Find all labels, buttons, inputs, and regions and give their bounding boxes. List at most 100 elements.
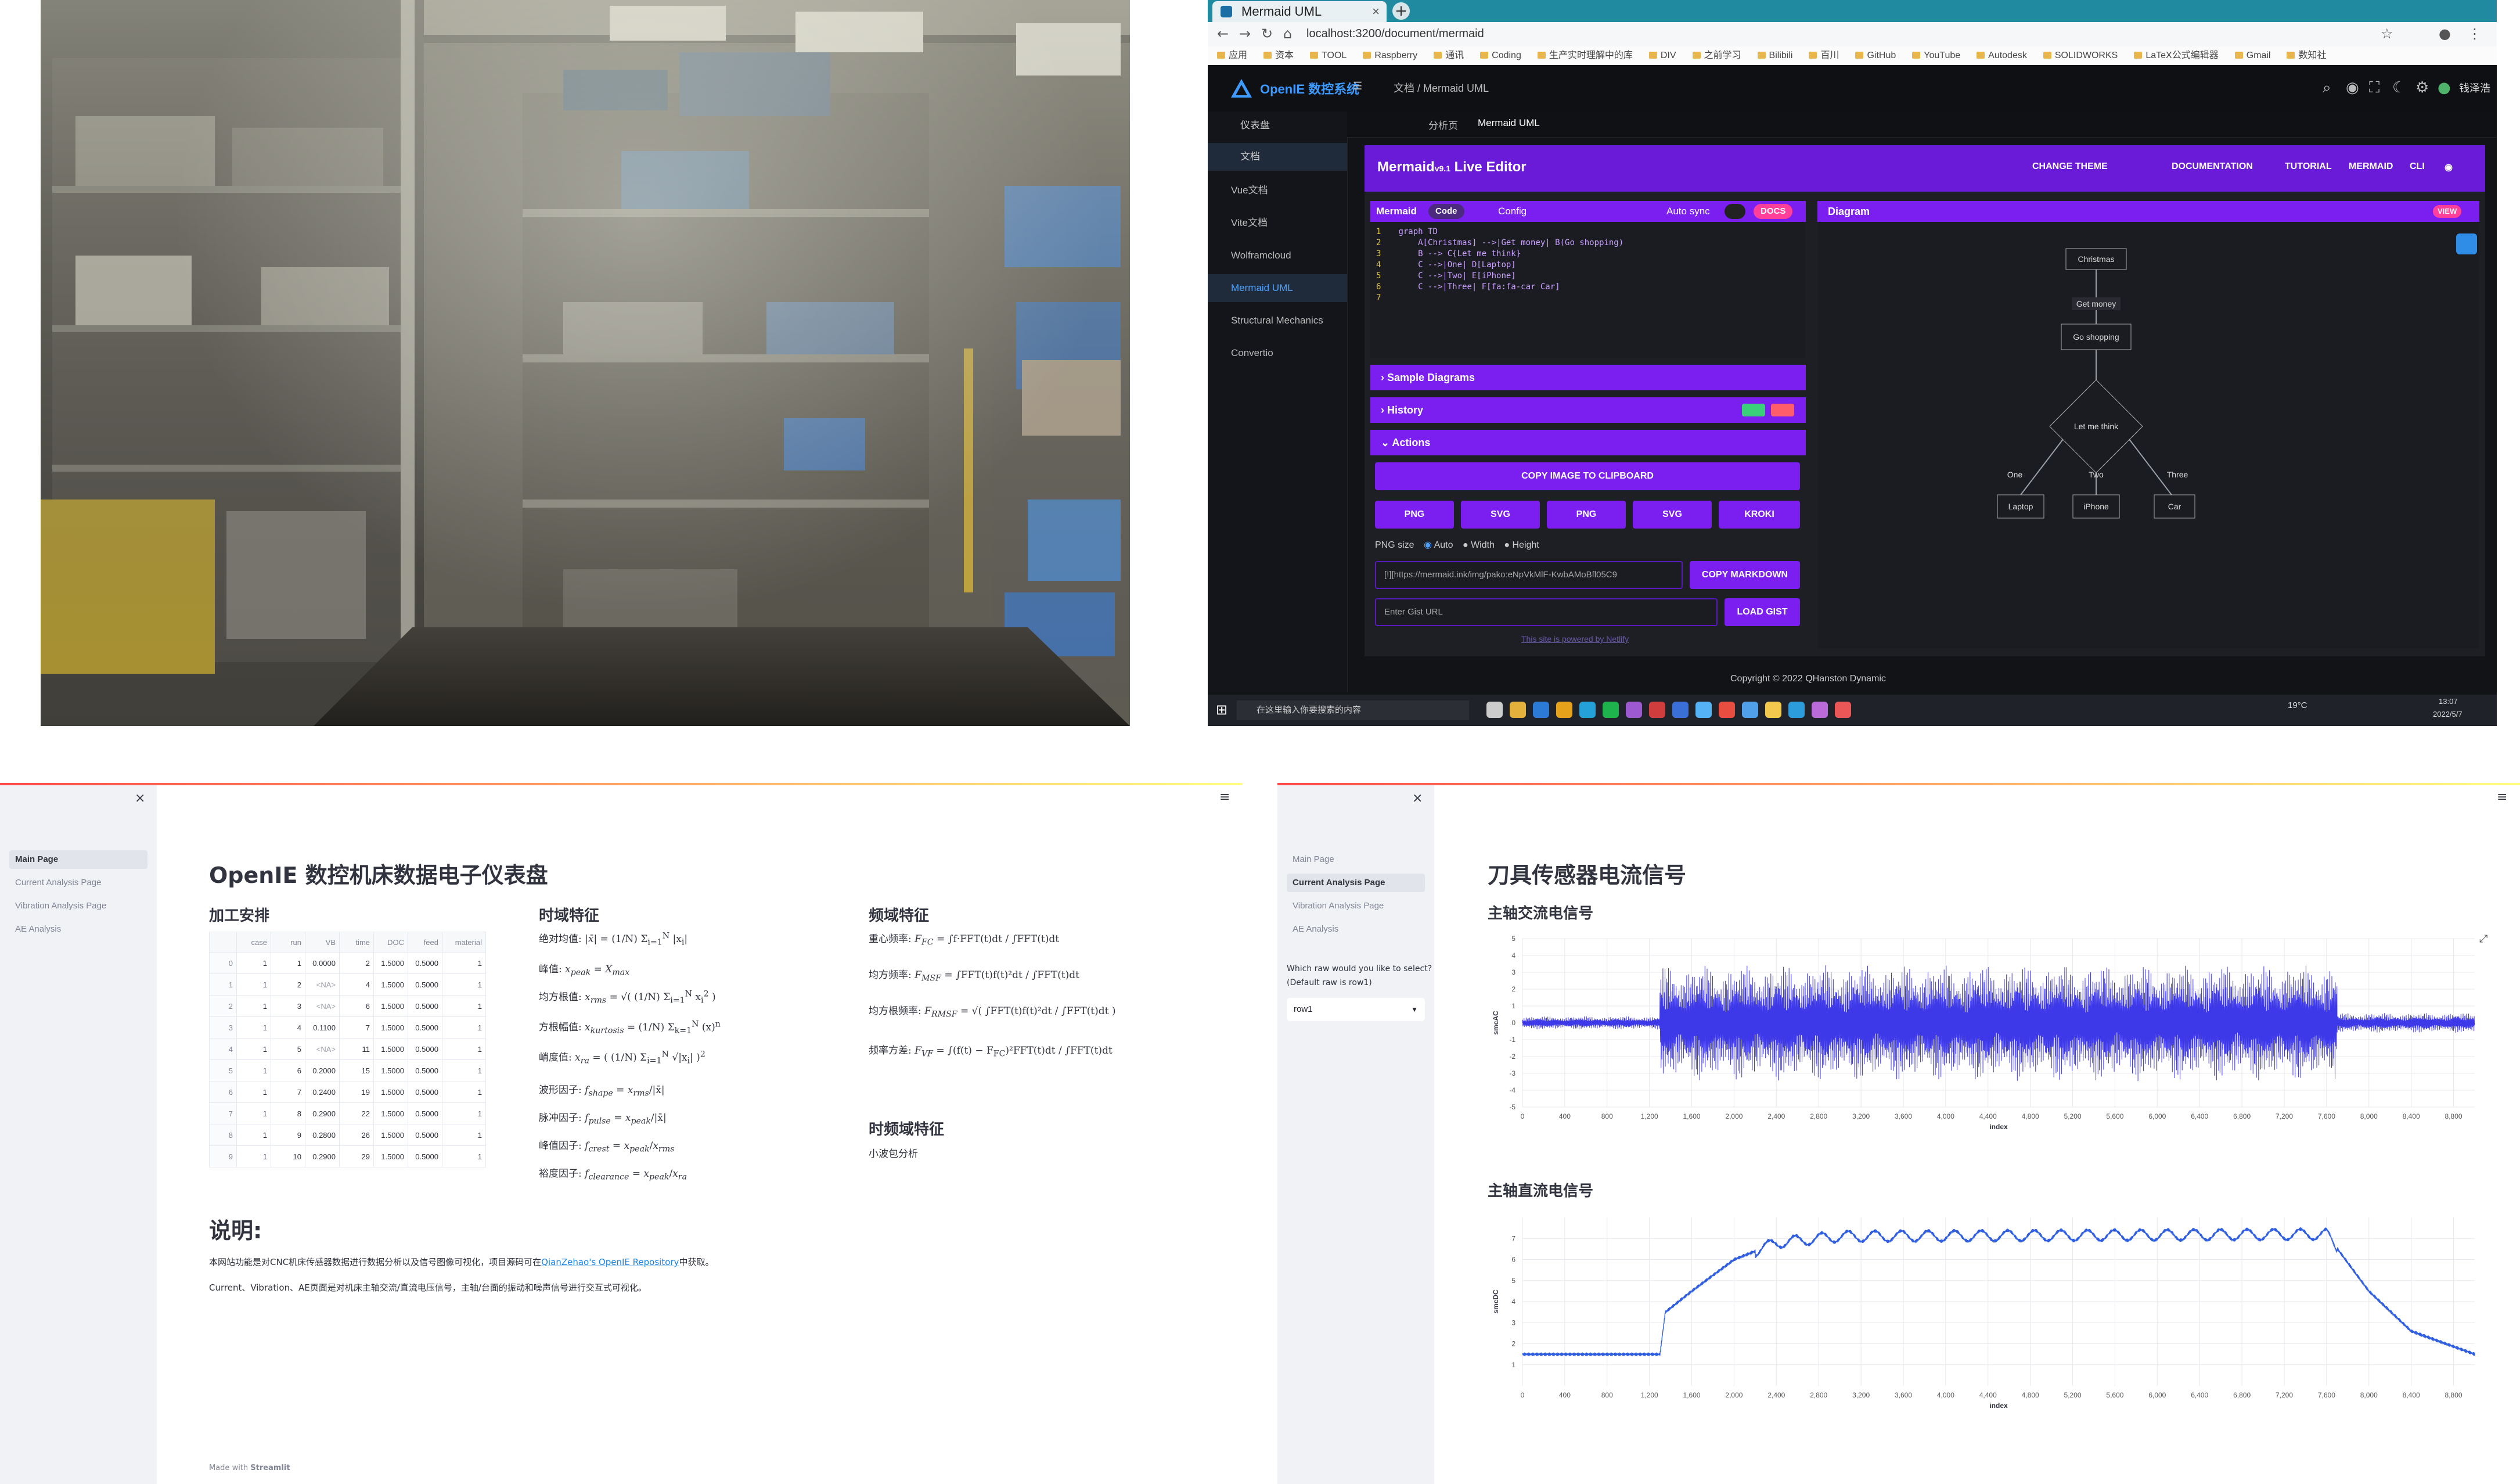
repository-link[interactable]: QianZehao's OpenIE Repository bbox=[541, 1257, 679, 1267]
app-icon[interactable] bbox=[1788, 702, 1805, 718]
table-row[interactable]: 0 1 1 0.0000 2 1.5000 0.5000 1 bbox=[209, 952, 486, 974]
sidebar-item-vite[interactable]: Vite文档 bbox=[1208, 209, 1347, 237]
streamlit-link[interactable]: Streamlit bbox=[250, 1464, 290, 1472]
sidebar-item-convertio[interactable]: Convertio bbox=[1208, 339, 1347, 367]
load-gist-button[interactable]: LOAD GIST bbox=[1725, 598, 1800, 626]
table-header-cell[interactable] bbox=[209, 932, 237, 953]
code-editor[interactable]: 1 graph TD 2 A[Christmas] -->|Get money| B… bbox=[1376, 227, 1623, 304]
netlify-link[interactable]: This site is powered by Netlify bbox=[1521, 634, 1629, 644]
chrome-icon[interactable] bbox=[1510, 702, 1526, 718]
nav-main-page[interactable]: Main Page bbox=[9, 850, 147, 869]
tutorial-link[interactable]: TUTORIAL bbox=[2285, 161, 2332, 172]
copy-markdown-button[interactable]: COPY MARKDOWN bbox=[1690, 561, 1800, 589]
sidebar-item-mermaid[interactable]: Mermaid UML bbox=[1208, 274, 1347, 302]
github-icon[interactable]: ◉ bbox=[2445, 161, 2453, 173]
dark-mode-icon[interactable]: ☾ bbox=[2392, 79, 2406, 96]
wechat-icon[interactable] bbox=[1603, 702, 1619, 718]
code-tab[interactable]: Code bbox=[1428, 204, 1464, 219]
tab-mermaid[interactable]: Mermaid UML bbox=[1478, 117, 1540, 129]
forward-icon[interactable]: → bbox=[1239, 26, 1251, 42]
collapse-menu-icon[interactable]: ☰ bbox=[1353, 80, 1362, 92]
github-icon[interactable]: ◉ bbox=[2346, 79, 2359, 96]
taskbar-search[interactable]: 在这里输入你要搜索的内容 bbox=[1237, 700, 1469, 720]
windows-start-icon[interactable]: ⊞ bbox=[1216, 702, 1227, 718]
bookmark-item[interactable]: Bilibili bbox=[1758, 51, 1793, 60]
sidebar-item-dashboard[interactable]: 仪表盘 bbox=[1208, 112, 1347, 139]
table-row[interactable]: 8 1 9 0.2800 26 1.5000 0.5000 1 bbox=[209, 1124, 486, 1146]
radio-width-icon[interactable]: ● bbox=[1463, 540, 1468, 550]
settings-icon[interactable]: ⚙ bbox=[2415, 79, 2429, 96]
nav-vibration-analysis[interactable]: Vibration Analysis Page bbox=[1287, 897, 1425, 915]
nav-current-analysis[interactable]: Current Analysis Page bbox=[9, 874, 147, 892]
bookmark-star-icon[interactable]: ☆ bbox=[2381, 26, 2393, 42]
new-tab-button[interactable]: + bbox=[1392, 2, 1410, 20]
dc-current-chart[interactable]: 0 400 800 1,200 1,600 2,000 2,400 2,800 3,200 3,6… bbox=[1488, 1206, 2486, 1415]
table-row[interactable]: 4 1 5 <NA> 11 1.5000 0.5000 1 bbox=[209, 1038, 486, 1060]
bookmark-item[interactable]: TOOL bbox=[1310, 51, 1347, 60]
close-sidebar-icon[interactable]: × bbox=[135, 791, 145, 806]
task-view-icon[interactable] bbox=[1486, 702, 1503, 718]
search-icon[interactable]: ⌕ bbox=[2323, 79, 2331, 97]
vscode-icon[interactable] bbox=[1533, 702, 1549, 718]
url-field[interactable]: localhost:3200/document/mermaid bbox=[1306, 24, 2201, 43]
hamburger-menu-icon[interactable]: ≡ bbox=[2497, 790, 2507, 804]
table-row[interactable]: 7 1 8 0.2900 22 1.5000 0.5000 1 bbox=[209, 1102, 486, 1124]
link-png-button[interactable]: PNG bbox=[1547, 501, 1626, 529]
bookmark-item[interactable]: Raspberry bbox=[1363, 51, 1417, 60]
app-icon[interactable] bbox=[1835, 702, 1851, 718]
bookmark-item[interactable]: Gmail bbox=[2235, 51, 2271, 60]
bookmark-item[interactable]: 生产实时理解中的库 bbox=[1538, 51, 1633, 60]
markdown-link-field[interactable]: [!][https://mermaid.ink/img/pako:eNpVkMl… bbox=[1375, 561, 1683, 589]
kroki-button[interactable]: KROKI bbox=[1719, 501, 1800, 529]
app-icon[interactable] bbox=[1742, 702, 1758, 718]
sample-diagrams-section[interactable]: › Sample Diagrams bbox=[1370, 365, 1806, 390]
bookmark-item[interactable]: Autodesk bbox=[1977, 51, 2027, 60]
change-theme-link[interactable]: CHANGE THEME bbox=[2032, 161, 2108, 172]
bookmark-item[interactable]: DIV bbox=[1649, 51, 1676, 60]
documentation-link[interactable]: DOCUMENTATION bbox=[2172, 161, 2253, 172]
history-section[interactable]: › History bbox=[1370, 397, 1806, 423]
processing-table[interactable]: case run VB time DOC feed material 0 1 1 0.0000 2 1… bbox=[209, 932, 486, 1167]
bookmark-item[interactable]: Coding bbox=[1480, 51, 1521, 60]
auto-sync-toggle[interactable] bbox=[1725, 204, 1745, 219]
table-header-cell[interactable]: time bbox=[339, 932, 374, 953]
browser-tab[interactable]: Mermaid UML × bbox=[1212, 1, 1387, 22]
app-icon[interactable] bbox=[1719, 702, 1735, 718]
bookmark-item[interactable]: 数知社 bbox=[2287, 51, 2326, 60]
avatar[interactable]: ● bbox=[2438, 79, 2451, 96]
download-png-button[interactable]: PNG bbox=[1375, 501, 1454, 529]
explorer-icon[interactable] bbox=[1556, 702, 1572, 718]
bookmark-item[interactable]: GitHub bbox=[1855, 51, 1896, 60]
bookmark-item[interactable]: 资本 bbox=[1263, 51, 1294, 60]
nav-main-page[interactable]: Main Page bbox=[1287, 850, 1425, 869]
sidebar-item-wolframcloud[interactable]: Wolframcloud bbox=[1208, 242, 1347, 270]
app-icon[interactable] bbox=[1812, 702, 1828, 718]
user-name[interactable]: 钱泽浩 bbox=[2459, 80, 2490, 95]
actions-section[interactable]: ⌄ Actions bbox=[1370, 430, 1806, 455]
table-row[interactable]: 9 1 10 0.2900 29 1.5000 0.5000 1 bbox=[209, 1145, 486, 1167]
table-header-cell[interactable]: material bbox=[442, 932, 486, 953]
nav-ae-analysis[interactable]: AE Analysis bbox=[9, 920, 147, 939]
view-button[interactable]: VIEW bbox=[2433, 205, 2462, 218]
nav-vibration-analysis[interactable]: Vibration Analysis Page bbox=[9, 897, 147, 915]
ac-current-chart[interactable]: 0 400 800 1,200 1,600 2,000 2,400 2,800 3,200 3,6… bbox=[1488, 927, 2486, 1136]
table-row[interactable]: 3 1 4 0.1100 7 1.5000 0.5000 1 bbox=[209, 1016, 486, 1039]
bookmark-item[interactable]: 百川 bbox=[1809, 51, 1839, 60]
radio-height-icon[interactable]: ● bbox=[1504, 540, 1510, 550]
table-row[interactable]: 1 1 2 <NA> 4 1.5000 0.5000 1 bbox=[209, 973, 486, 996]
app-icon[interactable] bbox=[1695, 702, 1712, 718]
sidebar-item-structural[interactable]: Structural Mechanics bbox=[1208, 307, 1347, 335]
gist-url-input[interactable]: Enter Gist URL bbox=[1375, 598, 1718, 626]
mermaid-link[interactable]: MERMAID bbox=[2349, 161, 2393, 172]
config-tab[interactable]: Config bbox=[1498, 206, 1527, 217]
bookmark-item[interactable]: 通讯 bbox=[1434, 51, 1464, 60]
app-icon[interactable] bbox=[1649, 702, 1665, 718]
tab-analysis[interactable]: 分析页 bbox=[1428, 117, 1458, 132]
table-row[interactable]: 2 1 3 <NA> 6 1.5000 0.5000 1 bbox=[209, 995, 486, 1017]
bookmark-item[interactable]: 应用 bbox=[1217, 51, 1247, 60]
link-svg-button[interactable]: SVG bbox=[1633, 501, 1712, 529]
nav-current-analysis[interactable]: Current Analysis Page bbox=[1287, 874, 1425, 892]
table-header-cell[interactable]: run bbox=[271, 932, 305, 953]
close-tab-icon[interactable]: × bbox=[1372, 1, 1380, 22]
download-svg-button[interactable]: SVG bbox=[1461, 501, 1540, 529]
